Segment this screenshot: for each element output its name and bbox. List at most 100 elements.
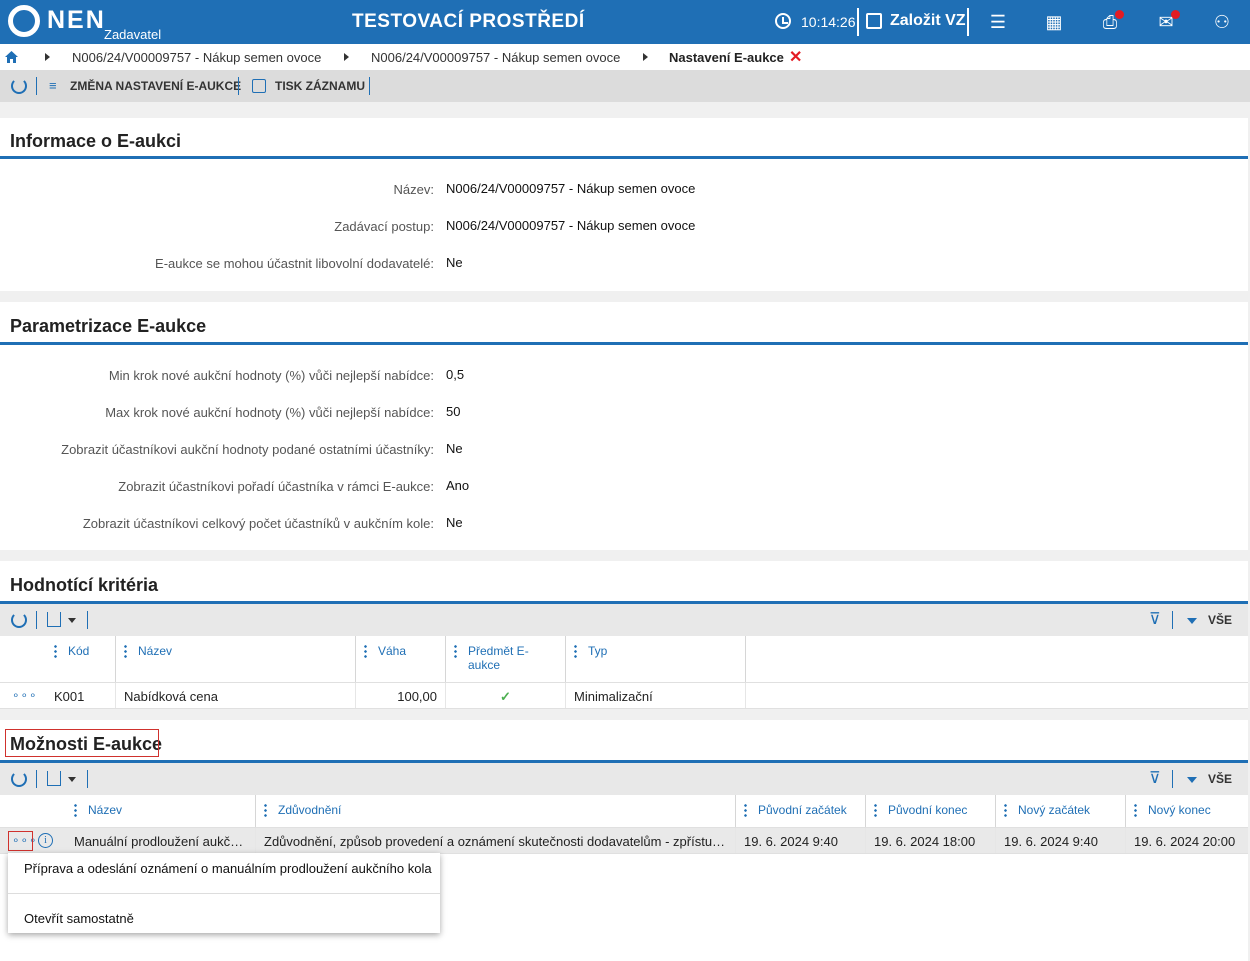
column-header-code[interactable]: Kód (46, 636, 116, 682)
divider (369, 77, 370, 95)
column-menu-icon[interactable] (74, 803, 77, 817)
close-tab-icon[interactable]: ✕ (789, 47, 802, 67)
session-time: 10:14:26 (801, 14, 856, 30)
menu-item-manual-extension[interactable]: Příprava a odeslání oznámení o manuálním… (24, 861, 432, 876)
column-menu-icon[interactable] (124, 644, 127, 658)
column-menu-icon[interactable] (874, 803, 877, 817)
column-label: Název (88, 803, 123, 817)
field-value: Ne (446, 255, 463, 270)
chevron-down-icon[interactable] (68, 777, 76, 782)
column-header-name[interactable]: Název (116, 636, 356, 682)
logo-subtitle: Zadavatel (104, 27, 162, 42)
field-label: Zobrazit účastníkovi pořadí účastníka v … (118, 479, 434, 494)
field-label: Název: (393, 182, 434, 197)
field-label: E-aukce se mohou účastnit libovolní doda… (155, 256, 434, 271)
column-menu-icon[interactable] (1134, 803, 1137, 817)
column-menu-icon[interactable] (454, 644, 457, 658)
filter-icon[interactable]: ⊽ (1149, 612, 1163, 628)
filter-icon[interactable]: ⊽ (1149, 771, 1163, 787)
breadcrumb-arrow-icon (344, 53, 349, 61)
cell-original-start: 19. 6. 2024 9:40 (736, 828, 866, 853)
cell-type: Minimalizační (566, 683, 746, 708)
row-menu-icon[interactable]: ∘∘∘ (12, 688, 38, 702)
column-header-reason[interactable]: Zdůvodnění (256, 795, 736, 827)
column-menu-icon[interactable] (54, 644, 57, 658)
breadcrumb-item[interactable]: N006/24/V00009757 - Nákup semen ovoce (371, 50, 620, 65)
column-header-original-end[interactable]: Původní konec (866, 795, 996, 827)
column-label: Nový konec (1148, 803, 1211, 817)
view-all-button[interactable]: VŠE (1208, 772, 1232, 786)
breadcrumb: N006/24/V00009757 - Nákup semen ovoce N0… (0, 44, 1250, 70)
home-icon[interactable] (5, 51, 18, 63)
chevron-down-icon[interactable] (1187, 618, 1197, 624)
chevron-down-icon[interactable] (68, 618, 76, 623)
view-all-button[interactable]: VŠE (1208, 613, 1232, 627)
column-menu-icon[interactable] (264, 803, 267, 817)
cell-reason: Zdůvodnění, způsob provedení a oznámení … (256, 828, 736, 853)
export-icon[interactable] (47, 771, 61, 786)
column-header-subject[interactable]: Předmět E-aukce (446, 636, 566, 682)
divider (36, 611, 37, 629)
field-value: N006/24/V00009757 - Nákup semen ovoce (446, 218, 696, 233)
column-menu-icon[interactable] (574, 644, 577, 658)
divider (36, 770, 37, 788)
column-label: Předmět E-aukce (468, 644, 529, 672)
column-header-new-start[interactable]: Nový začátek (996, 795, 1126, 827)
table-row[interactable]: ∘∘∘ i Manuální prodloužení aukčn... Zdův… (0, 828, 1248, 854)
change-settings-button[interactable]: ZMĚNA NASTAVENÍ E-AUKCE (70, 79, 241, 93)
criteria-panel: Hodnotící kritéria ⊽ VŠE Kód Název Váha … (0, 561, 1248, 709)
create-contract-button[interactable]: Založit VZ (890, 12, 966, 30)
title-highlight (5, 729, 159, 757)
breadcrumb-arrow-icon (643, 53, 648, 61)
chevron-down-icon[interactable] (1187, 777, 1197, 783)
field-value: 50 (446, 404, 461, 419)
column-menu-icon[interactable] (744, 803, 747, 817)
column-label: Původní začátek (758, 803, 847, 817)
column-menu-icon[interactable] (364, 644, 367, 658)
divider (238, 77, 239, 95)
column-label: Váha (378, 644, 407, 658)
clock-icon (775, 13, 791, 29)
panel-divider (0, 342, 1248, 345)
refresh-icon[interactable] (11, 771, 27, 787)
nen-logo-icon[interactable] (8, 5, 40, 37)
column-header-new-end[interactable]: Nový konec (1126, 795, 1248, 827)
panel-title: Informace o E-aukci (10, 131, 182, 151)
user-icon[interactable]: ⚇ (1210, 10, 1234, 34)
grid-toolbar: ⊽ VŠE (0, 763, 1248, 795)
export-icon[interactable] (47, 612, 61, 627)
breadcrumb-arrow-icon (45, 53, 50, 61)
edit-icon[interactable] (866, 13, 882, 29)
breadcrumb-item[interactable]: N006/24/V00009757 - Nákup semen ovoce (72, 50, 321, 65)
table-row[interactable]: ∘∘∘ K001 Nabídková cena 100,00 ✓ Minimal… (0, 683, 1248, 709)
panel-title: Hodnotící kritéria (10, 575, 159, 595)
column-label: Typ (588, 644, 608, 658)
column-menu-icon[interactable] (1004, 803, 1007, 817)
field-value: Ano (446, 478, 470, 493)
refresh-icon[interactable] (11, 612, 27, 628)
column-label: Zdůvodnění (278, 803, 342, 817)
logo-text[interactable]: NEN (47, 6, 106, 35)
column-header-type[interactable]: Typ (566, 636, 746, 682)
cell-name: Manuální prodloužení aukčn... (66, 828, 256, 853)
column-header-name[interactable]: Název (66, 795, 256, 827)
print-record-button[interactable]: TISK ZÁZNAMU (275, 79, 365, 93)
divider (1172, 770, 1173, 788)
calendar-icon[interactable]: ▦ (1042, 10, 1066, 34)
print-icon (252, 79, 266, 93)
toolbar: ≡ ZMĚNA NASTAVENÍ E-AUKCE TISK ZÁZNAMU (0, 70, 1250, 102)
menu-item-open-standalone[interactable]: Otevřít samostatně (24, 911, 134, 926)
info-icon[interactable]: i (38, 833, 53, 848)
column-header-weight[interactable]: Váha (356, 636, 446, 682)
column-header-original-start[interactable]: Původní začátek (736, 795, 866, 827)
refresh-icon[interactable] (11, 78, 27, 94)
grid-toolbar: ⊽ VŠE (0, 604, 1248, 636)
top-bar: NEN Zadavatel TESTOVACÍ PROSTŘEDÍ 10:14:… (0, 0, 1250, 44)
panel-divider (0, 156, 1248, 159)
field-value: Ne (446, 515, 463, 530)
cell-new-start: 19. 6. 2024 9:40 (996, 828, 1126, 853)
cell-name: Nabídková cena (116, 683, 356, 708)
mail-notification-dot (1171, 10, 1180, 19)
menu-icon[interactable]: ☰ (986, 10, 1010, 34)
field-value: 0,5 (446, 367, 465, 382)
